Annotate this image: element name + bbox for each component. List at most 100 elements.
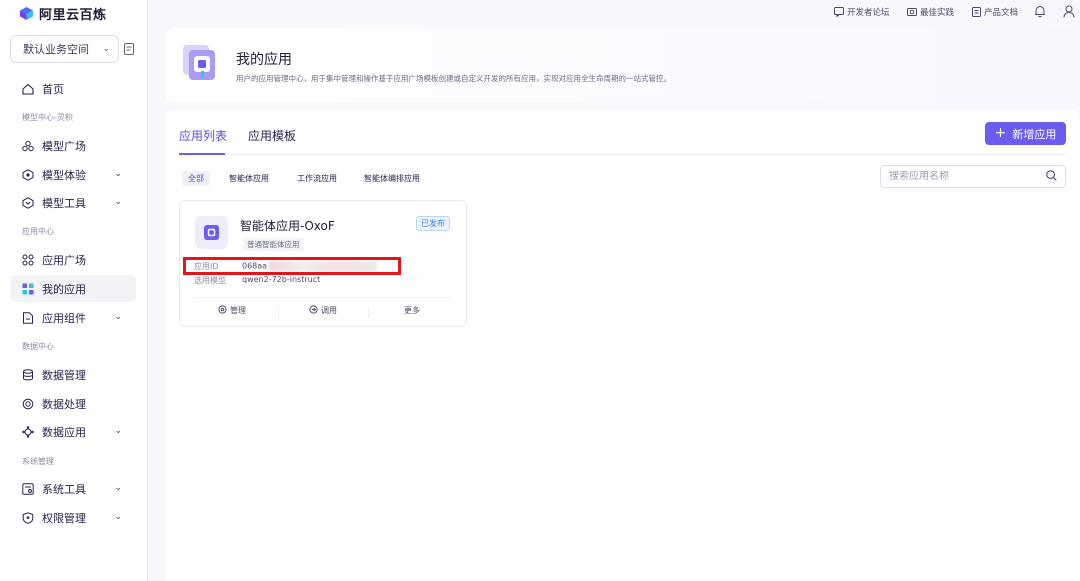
page-header: 我的应用 用户的应用管理中心，用于集中管理和操作基于应用广场模板创建或自定义开发… xyxy=(165,28,1080,102)
filter-agent[interactable]: 智能体应用 xyxy=(229,171,269,186)
docs-label: 产品文档 xyxy=(984,8,1019,18)
best-practice-link[interactable]: 最佳实践 xyxy=(907,6,954,18)
docs-icon xyxy=(972,7,981,17)
search-box xyxy=(880,165,1066,188)
sidebar-item-permission[interactable]: 权限管理 ⌄ xyxy=(10,504,136,531)
forum-icon xyxy=(834,7,844,17)
agent-app-icon xyxy=(195,216,228,249)
app-card[interactable]: 智能体应用-OxoF 已发布 普通智能体应用 应用ID 068aa 选用模型 q… xyxy=(179,200,467,327)
chevron-down-icon: ⌄ xyxy=(114,197,122,207)
search-input[interactable] xyxy=(889,171,1029,182)
data-application-icon xyxy=(22,425,34,438)
sidebar-item-label: 系统工具 xyxy=(42,482,86,496)
sidebar-item-system-tools[interactable]: 系统工具 ⌄ xyxy=(10,475,136,502)
sidebar-item-label: 权限管理 xyxy=(42,511,86,525)
sidebar-item-app-square[interactable]: 应用广场 xyxy=(10,246,136,273)
developer-forum-link[interactable]: 开发者论坛 xyxy=(834,6,890,18)
chevron-down-icon: ⌄ xyxy=(102,44,110,54)
user-icon[interactable] xyxy=(1063,5,1075,21)
more-button[interactable]: 更多 xyxy=(404,305,420,316)
sidebar-item-home[interactable]: 首页 xyxy=(10,75,136,102)
brand-logo[interactable]: 阿里云百炼 xyxy=(20,4,107,23)
shield-icon xyxy=(22,511,34,524)
app-type-tag: 普通智能体应用 xyxy=(243,238,304,251)
tab-divider xyxy=(179,154,1066,155)
bailian-logo-icon xyxy=(20,6,33,20)
sidebar-item-data-processing[interactable]: 数据处理 xyxy=(10,390,136,417)
manage-label: 管理 xyxy=(230,306,246,315)
filter-orchestration[interactable]: 智能体编排应用 xyxy=(364,171,420,186)
sidebar-item-model-square[interactable]: 模型广场 xyxy=(10,132,136,159)
sidebar-item-model-experience[interactable]: 模型体验 ⌄ xyxy=(10,161,136,188)
sidebar-item-label: 首页 xyxy=(42,82,64,96)
app-model-row: 选用模型 qwen2-72b-instruct xyxy=(194,275,320,286)
sidebar-item-model-tools[interactable]: 模型工具 ⌄ xyxy=(10,189,136,216)
page-description: 用户的应用管理中心，用于集中管理和操作基于应用广场模板创建或自定义开发的所有应用… xyxy=(236,74,671,83)
invoke-icon xyxy=(309,305,318,316)
my-apps-illustration-icon xyxy=(182,42,217,82)
sidebar-item-label: 数据管理 xyxy=(42,368,86,382)
tab-app-list[interactable]: 应用列表 xyxy=(179,127,227,144)
data-processing-icon xyxy=(22,398,34,410)
document-icon[interactable] xyxy=(124,43,134,55)
nav-section-app: 应用中心 xyxy=(22,227,54,236)
sidebar-item-label: 应用广场 xyxy=(42,253,86,267)
active-tab-indicator xyxy=(179,153,225,155)
manage-button[interactable]: 管理 xyxy=(218,305,246,316)
tab-app-templates[interactable]: 应用模板 xyxy=(248,127,296,144)
sidebar: 阿里云百炼 默认业务空间 ⌄ 首页 模型中心-灵积 模型广场 模型体验 ⌄ 模型… xyxy=(0,0,148,581)
brand-name: 阿里云百炼 xyxy=(39,7,107,23)
gear-icon xyxy=(218,305,227,316)
system-tools-icon xyxy=(22,482,34,495)
model-tools-icon xyxy=(22,196,34,209)
invoke-label: 调用 xyxy=(321,306,337,315)
app-components-icon xyxy=(22,311,34,324)
topbar: 开发者论坛 最佳实践 产品文档 xyxy=(149,0,1080,24)
app-title[interactable]: 智能体应用-OxoF xyxy=(240,217,335,234)
sidebar-item-data-management[interactable]: 数据管理 xyxy=(10,361,136,388)
highlight-box xyxy=(183,257,401,275)
model-value: qwen2-72b-instruct xyxy=(242,275,321,284)
invoke-button[interactable]: 调用 xyxy=(309,305,337,316)
model-label: 选用模型 xyxy=(194,276,226,285)
app-square-icon xyxy=(22,254,34,266)
new-app-button[interactable]: + 新增应用 xyxy=(985,122,1066,145)
sidebar-item-label: 应用组件 xyxy=(42,311,86,325)
model-experience-icon xyxy=(22,168,34,181)
forum-label: 开发者论坛 xyxy=(847,8,890,18)
main-panel: 应用列表 应用模板 + 新增应用 全部 智能体应用 工作流应用 智能体编排应用 … xyxy=(165,110,1080,581)
filter-workflow[interactable]: 工作流应用 xyxy=(297,171,337,186)
sidebar-item-label: 我的应用 xyxy=(42,282,86,296)
my-apps-icon xyxy=(22,283,34,295)
sidebar-item-app-components[interactable]: 应用组件 ⌄ xyxy=(10,304,136,331)
page-title: 我的应用 xyxy=(236,52,292,68)
bell-icon[interactable] xyxy=(1034,5,1046,21)
chevron-down-icon: ⌄ xyxy=(114,483,122,493)
chevron-down-icon: ⌄ xyxy=(114,512,122,522)
sidebar-item-label: 模型工具 xyxy=(42,196,86,210)
filter-all[interactable]: 全部 xyxy=(182,171,210,186)
chevron-down-icon: ⌄ xyxy=(114,169,122,179)
sidebar-item-label: 模型体验 xyxy=(42,168,86,182)
status-badge: 已发布 xyxy=(416,216,450,231)
nav-section-system: 系统管理 xyxy=(22,457,54,466)
product-docs-link[interactable]: 产品文档 xyxy=(972,6,1018,18)
model-square-icon xyxy=(22,140,34,152)
sidebar-item-data-application[interactable]: 数据应用 ⌄ xyxy=(10,418,136,445)
sidebar-item-label: 模型广场 xyxy=(42,139,86,153)
database-icon xyxy=(22,368,34,381)
chevron-down-icon: ⌄ xyxy=(114,426,122,436)
chevron-down-icon: ⌄ xyxy=(114,312,122,322)
home-icon xyxy=(22,83,34,95)
plus-icon: + xyxy=(994,125,1007,141)
sidebar-item-label: 数据处理 xyxy=(42,397,86,411)
sidebar-item-my-apps[interactable]: 我的应用 xyxy=(10,275,136,302)
action-separator xyxy=(278,307,279,318)
nav-section-data: 数据中心 xyxy=(22,342,54,351)
best-practice-label: 最佳实践 xyxy=(920,8,955,18)
search-icon[interactable] xyxy=(1046,169,1057,184)
workspace-select[interactable]: 默认业务空间 ⌄ xyxy=(10,35,119,63)
sidebar-item-label: 数据应用 xyxy=(42,425,86,439)
nav-section-model: 模型中心-灵积 xyxy=(22,113,73,122)
more-label: 更多 xyxy=(404,306,420,315)
